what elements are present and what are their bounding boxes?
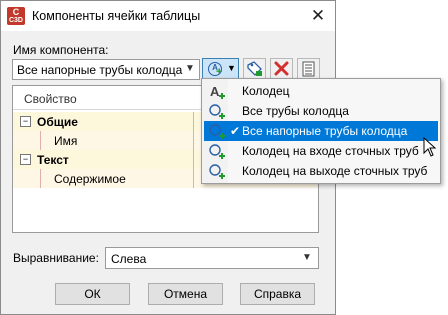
property-label: Имя xyxy=(54,134,78,148)
component-add-icon xyxy=(209,144,225,159)
app-icon-caption: C3D xyxy=(8,17,23,24)
menu-item-outlet-manhole[interactable]: Колодец на выходе сточных труб xyxy=(204,161,438,181)
component-name-label: Имя компонента: xyxy=(13,43,109,57)
menu-item-label: Колодец на входе сточных труб xyxy=(242,144,419,158)
menu-item-inlet-manhole[interactable]: Колодец на входе сточных труб xyxy=(204,141,438,161)
column-divider xyxy=(193,150,194,169)
menu-item-label: Все трубы колодца xyxy=(242,104,349,118)
add-component-button[interactable]: A + ▼ xyxy=(202,58,239,80)
component-name-value: Все напорные трубы колодца xyxy=(17,63,183,77)
component-add-icon xyxy=(209,164,225,179)
plus-icon: + xyxy=(216,66,223,78)
collapse-icon[interactable]: − xyxy=(20,116,31,127)
property-label: Содержимое xyxy=(54,172,126,186)
indent-divider xyxy=(40,169,41,188)
ok-button[interactable]: ОК xyxy=(55,283,130,305)
delete-icon xyxy=(274,61,289,76)
title-bar: C C3D Компоненты ячейки таблицы ✕ xyxy=(1,1,335,31)
close-button[interactable]: ✕ xyxy=(302,1,334,31)
category-label: Общие xyxy=(37,115,78,129)
chevron-down-icon: ▼ xyxy=(302,252,312,263)
alignment-value: Слева xyxy=(111,252,147,266)
mouse-cursor-icon xyxy=(423,137,437,157)
indent-divider xyxy=(40,131,41,150)
delete-component-button[interactable] xyxy=(270,58,293,80)
checkmark-icon: ✔ xyxy=(230,124,241,138)
app-icon: C C3D xyxy=(7,7,25,25)
column-divider xyxy=(193,131,194,150)
dropdown-arrow-icon[interactable]: ▼ xyxy=(227,63,236,73)
menu-item-label: Колодец xyxy=(242,84,290,98)
component-name-dropdown[interactable]: Все напорные трубы колодца ▼ xyxy=(12,59,200,80)
alignment-dropdown[interactable]: Слева ▼ xyxy=(105,247,319,269)
chevron-down-icon: ▼ xyxy=(185,63,195,74)
column-divider xyxy=(193,112,194,131)
tag-edit-icon xyxy=(247,61,262,76)
text-add-icon: A xyxy=(210,84,225,99)
menu-item-label: Все напорные трубы колодца xyxy=(242,124,408,138)
category-label: Текст xyxy=(37,153,69,167)
svg-text:A: A xyxy=(210,84,220,99)
help-button[interactable]: Справка xyxy=(240,283,315,305)
menu-item-all-pipes[interactable]: Все трубы колодца xyxy=(204,101,438,121)
cancel-button[interactable]: Отмена xyxy=(148,283,223,305)
collapse-icon[interactable]: − xyxy=(20,154,31,165)
menu-item-all-pressure-pipes[interactable]: ✔ Все напорные трубы колодца xyxy=(204,121,438,141)
app-icon-letter: C xyxy=(12,7,20,17)
alignment-label: Выравнивание: xyxy=(13,251,99,265)
component-add-icon xyxy=(209,104,225,119)
column-divider xyxy=(193,169,194,188)
menu-item-label: Колодец на выходе сточных труб xyxy=(242,164,428,178)
component-add-icon xyxy=(209,124,225,139)
property-column-header: Свойство xyxy=(24,92,77,106)
menu-item-manhole[interactable]: A Колодец xyxy=(204,81,438,101)
add-component-menu: A Колодец Все трубы колодца ✔ Все напорн… xyxy=(201,78,441,184)
window-title: Компоненты ячейки таблицы xyxy=(32,9,201,23)
properties-button[interactable] xyxy=(297,58,320,80)
rename-component-button[interactable] xyxy=(243,58,266,80)
list-properties-icon xyxy=(302,61,315,77)
